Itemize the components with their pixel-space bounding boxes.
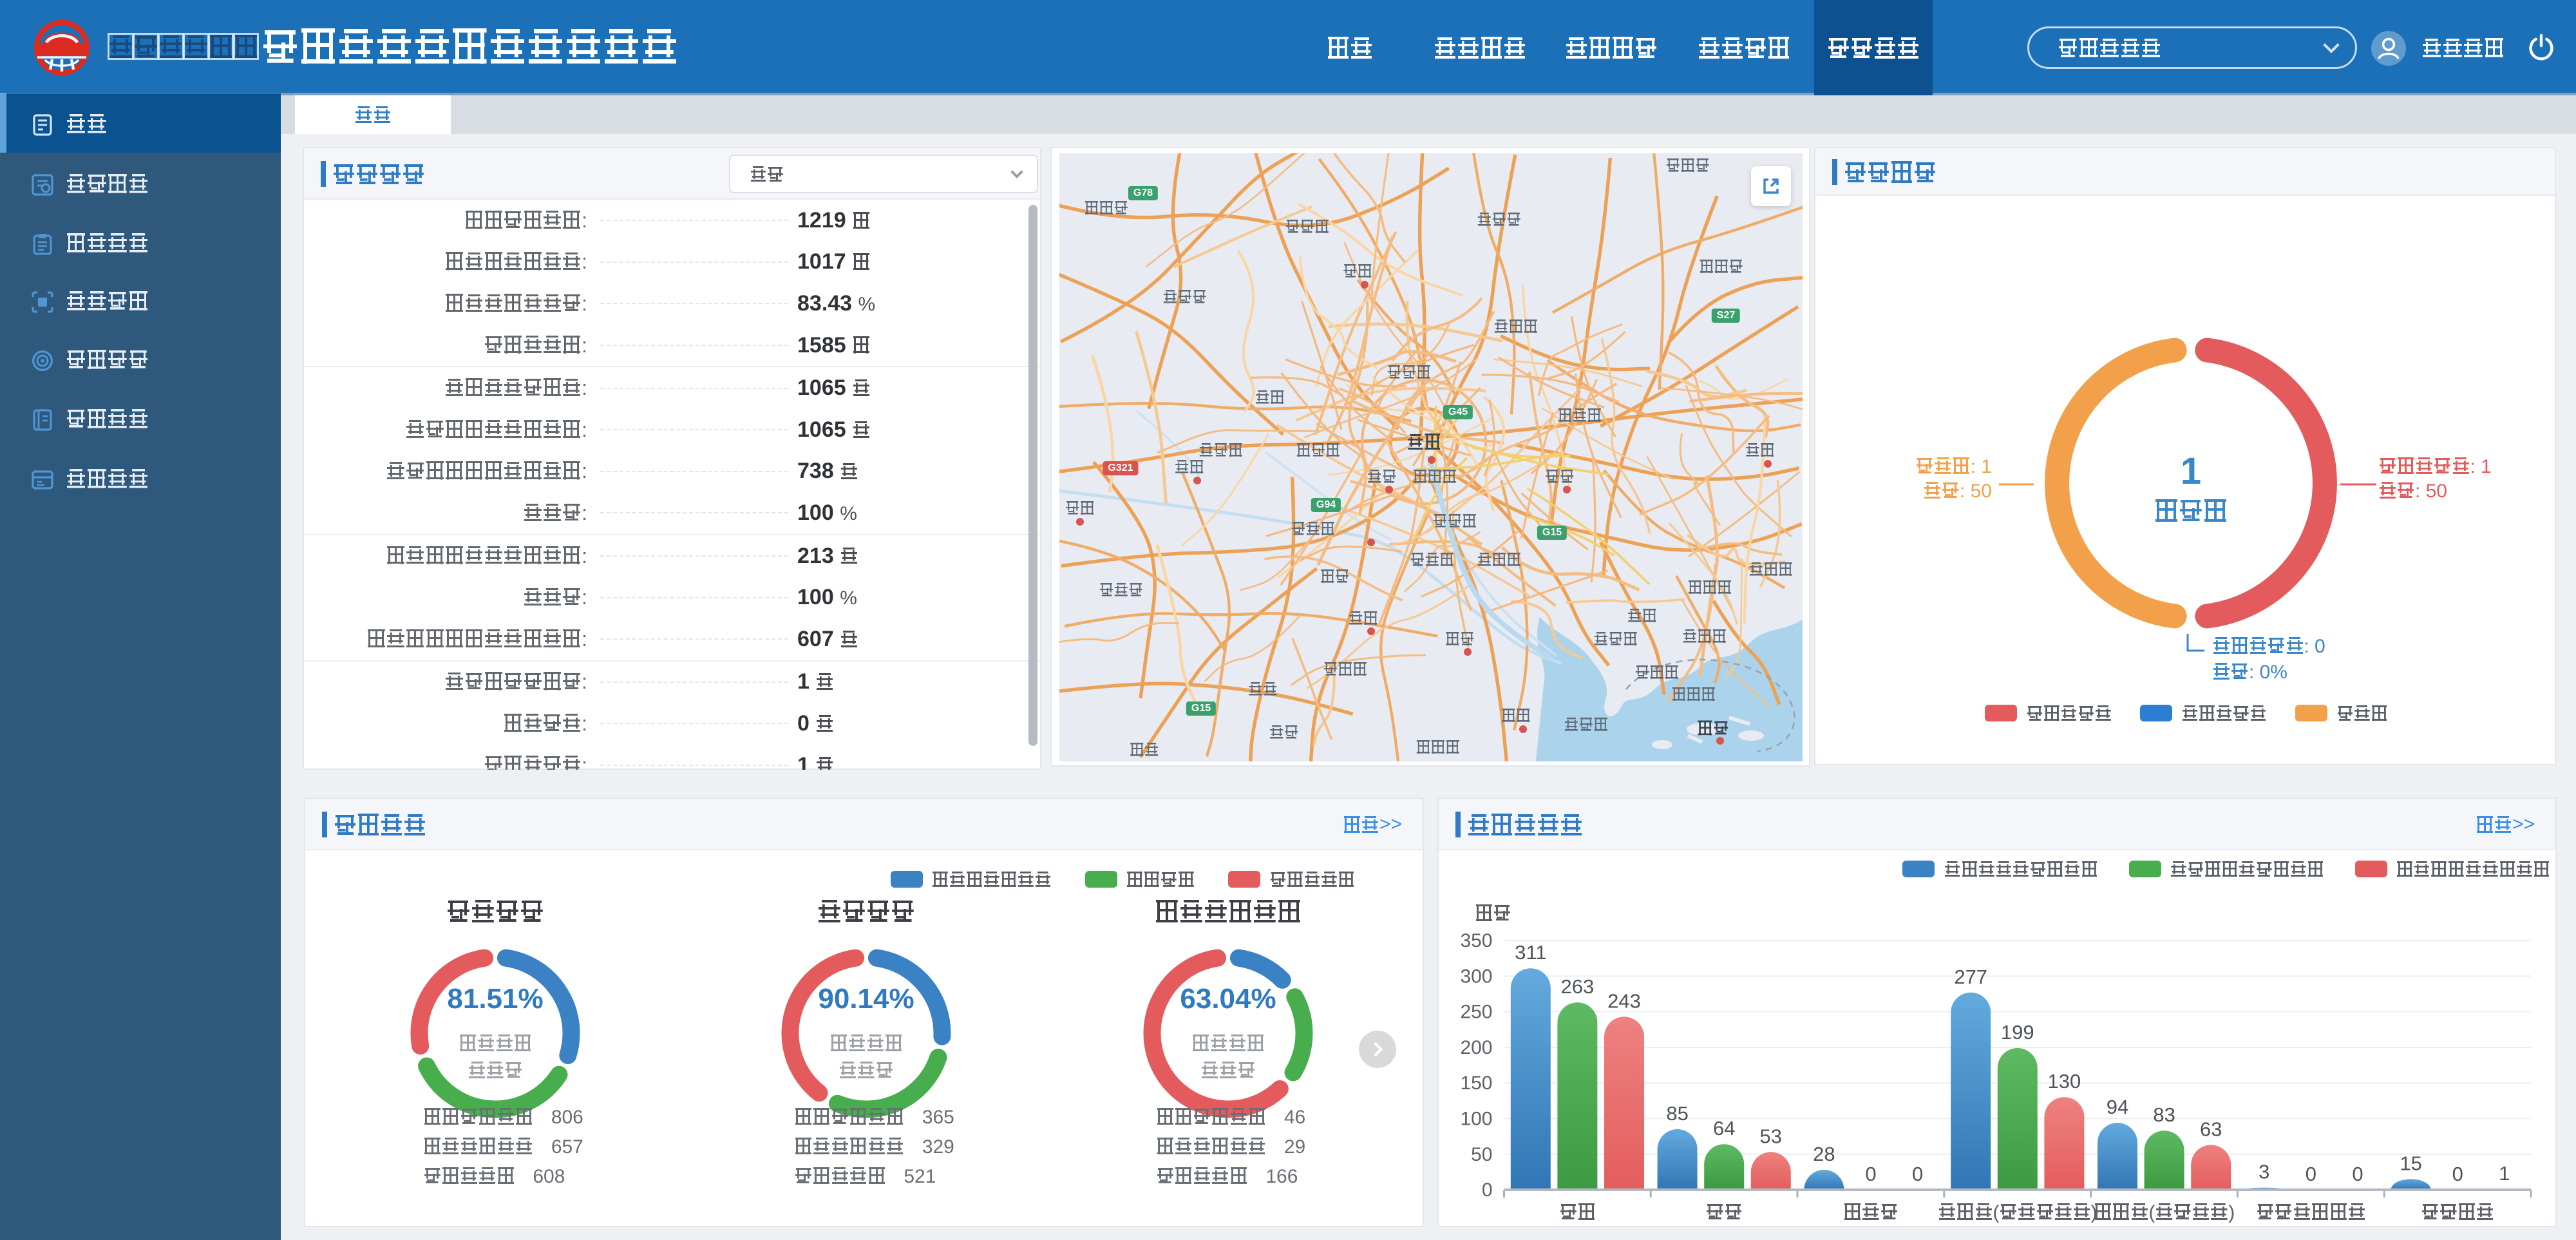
svg-text:94: 94 <box>2107 1096 2128 1118</box>
svg-text:150: 150 <box>1460 1073 1492 1094</box>
svg-text:85: 85 <box>1666 1102 1688 1125</box>
svg-text:15: 15 <box>2400 1152 2421 1174</box>
svg-text:199: 199 <box>2001 1021 2034 1044</box>
svg-text:300: 300 <box>1460 966 1492 987</box>
svg-text:50: 50 <box>1471 1144 1492 1165</box>
svg-text:350: 350 <box>1460 930 1492 951</box>
svg-text:53: 53 <box>1760 1125 1782 1147</box>
svg-text:64: 64 <box>1713 1117 1735 1140</box>
svg-text:277: 277 <box>1954 966 1987 988</box>
svg-text:0: 0 <box>2306 1163 2316 1185</box>
svg-text:100: 100 <box>1460 1108 1492 1129</box>
svg-text:250: 250 <box>1460 1002 1492 1023</box>
svg-text:0: 0 <box>2352 1163 2363 1185</box>
svg-text:0: 0 <box>1912 1163 1923 1185</box>
svg-text:311: 311 <box>1515 941 1546 964</box>
svg-text:1: 1 <box>2499 1162 2510 1185</box>
svg-text:28: 28 <box>1813 1143 1835 1165</box>
svg-text:130: 130 <box>2048 1070 2081 1092</box>
svg-text:0: 0 <box>2452 1163 2463 1185</box>
svg-text:0: 0 <box>1865 1163 1876 1185</box>
svg-text:0: 0 <box>1482 1179 1493 1201</box>
svg-text:243: 243 <box>1607 989 1641 1012</box>
svg-text:63: 63 <box>2200 1118 2222 1140</box>
svg-text:200: 200 <box>1460 1037 1492 1058</box>
svg-text:83: 83 <box>2153 1103 2175 1126</box>
svg-text:3: 3 <box>2259 1161 2269 1183</box>
svg-text:263: 263 <box>1561 975 1595 998</box>
